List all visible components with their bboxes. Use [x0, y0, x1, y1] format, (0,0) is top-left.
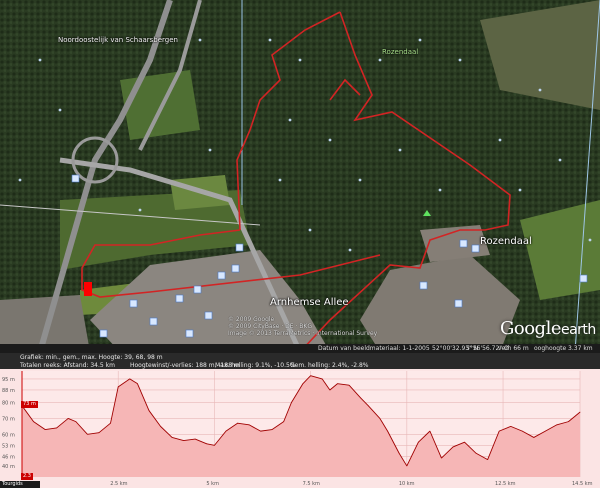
elevation-point	[33, 421, 34, 423]
elevation-point	[329, 389, 331, 391]
y-tick-label: 60 m	[2, 432, 15, 438]
x-tick-label: 2.5 km	[110, 481, 127, 487]
elevation-point	[260, 430, 261, 432]
elevation-point	[310, 375, 312, 377]
elevation-point	[475, 452, 477, 454]
elevation-point	[464, 441, 465, 443]
map-attribution: © 2009 Google © 2009 CityBase · DE · BKG…	[228, 316, 378, 337]
golf-course	[120, 70, 200, 140]
map-label-rozendaal: Rozendaal	[480, 236, 532, 247]
elevation-point	[544, 430, 546, 432]
google-earth-window: Noordoostelijk van Schaarsbergen Rozenda…	[0, 0, 600, 488]
elevation-point	[75, 421, 77, 423]
elevation-point	[214, 444, 215, 446]
elevation-point	[67, 418, 69, 419]
elevation-point	[360, 397, 362, 399]
elevation-point	[117, 386, 119, 388]
y-tick-label: 40 m	[2, 464, 15, 470]
elevation-point	[194, 438, 196, 440]
elevation-point	[379, 418, 381, 419]
position-marker-icon[interactable]	[84, 282, 92, 296]
elevation-point	[441, 457, 442, 459]
y-tick-label: 53 m	[2, 443, 15, 449]
y-tick-label: 46 m	[2, 454, 15, 460]
elevation-point	[429, 430, 431, 432]
elevation-point	[533, 437, 535, 438]
elevation-point	[387, 430, 388, 432]
elevation-point	[579, 411, 581, 413]
elevation-point	[487, 459, 489, 460]
elevation-point	[206, 443, 208, 445]
x-tick-label: 5 km	[206, 481, 219, 487]
elevation-point	[321, 378, 323, 380]
elevation-point	[452, 446, 454, 448]
y-tick-label: 88 m	[2, 388, 15, 394]
cursor-distance-badge: 2.3	[21, 473, 33, 480]
x-tick-label: 7.5 km	[303, 481, 320, 487]
elevation-point	[44, 429, 46, 430]
elevation-point	[510, 425, 512, 427]
elevation-point	[283, 421, 285, 423]
elevation-point	[302, 383, 304, 385]
elevation-point	[348, 384, 350, 386]
x-tick-label: 14.5 km	[572, 481, 593, 487]
elevation-point	[110, 422, 111, 424]
elevation-point	[87, 433, 88, 435]
elevation-point	[337, 383, 338, 385]
elevation-point	[498, 430, 500, 432]
elevation-profile-panel[interactable]: Grafiek: min., gem., max. Hoogte: 39, 68…	[0, 353, 600, 488]
satellite-map[interactable]: Noordoostelijk van Schaarsbergen Rozenda…	[0, 0, 600, 354]
imagery-date: Datum van beeldmateriaal: 1-1-2005	[318, 345, 430, 352]
series-totals: Totalen reeks: Afstand: 34.5 km	[20, 362, 115, 369]
elevation-point	[183, 440, 185, 442]
elevation-point	[171, 437, 173, 438]
tour-guide-button[interactable]: Tourgids	[0, 481, 40, 488]
eye-altitude-readout: ooghoogte 3.37 km	[534, 345, 593, 352]
elevation-point	[271, 429, 273, 430]
map-label-arnhemse-allee: Arnhemse Allee	[270, 297, 349, 308]
elevation-point	[98, 432, 100, 434]
elevation-point	[56, 427, 58, 429]
elevation-point	[406, 465, 408, 467]
cursor-elevation-badge: 73 m	[21, 401, 38, 408]
elevation-point	[568, 421, 569, 423]
elevation-point	[148, 410, 150, 411]
elevation-point	[137, 383, 138, 385]
status-bar: Datum van beeldmateriaal: 1-1-2005 52°00…	[0, 344, 600, 353]
y-tick-label: 95 m	[2, 377, 15, 383]
graph-range-label: Grafiek: min., gem., max. Hoogte: 39, 68…	[20, 354, 163, 361]
elevation-point	[367, 405, 369, 407]
elevation-point	[248, 424, 250, 426]
elevation-point	[290, 402, 292, 404]
elevation-profile-header: Grafiek: min., gem., max. Hoogte: 39, 68…	[0, 353, 600, 369]
elevation-point	[225, 430, 227, 432]
map-label-rozendaal-area: Rozendaal	[382, 48, 419, 56]
y-tick-label: 70 m	[2, 416, 15, 422]
average-slope: Gem. helling: 2.4%, -2.8%	[290, 362, 369, 369]
max-slope: Max. helling: 9.1%, -10.5%	[215, 362, 296, 369]
elevation-point	[521, 430, 523, 432]
elevation-readout: verh 66 m	[498, 345, 529, 352]
elevation-point	[556, 424, 558, 426]
elevation-point	[129, 378, 131, 380]
google-earth-logo: Googleearth	[500, 318, 596, 339]
x-tick-label: 12.5 km	[495, 481, 516, 487]
elevation-point	[237, 422, 238, 424]
elevation-point	[398, 452, 400, 454]
y-tick-label: 80 m	[2, 401, 15, 407]
elevation-point	[160, 425, 161, 427]
elevation-point	[417, 441, 419, 443]
x-tick-label: 10 km	[399, 481, 415, 487]
elevation-chart[interactable]: 95 m 88 m 80 m 70 m 60 m 53 m 46 m 40 m 2.5 km 5 …	[0, 369, 600, 488]
map-label-noordoostelijk: Noordoostelijk van Schaarsbergen	[58, 36, 178, 44]
